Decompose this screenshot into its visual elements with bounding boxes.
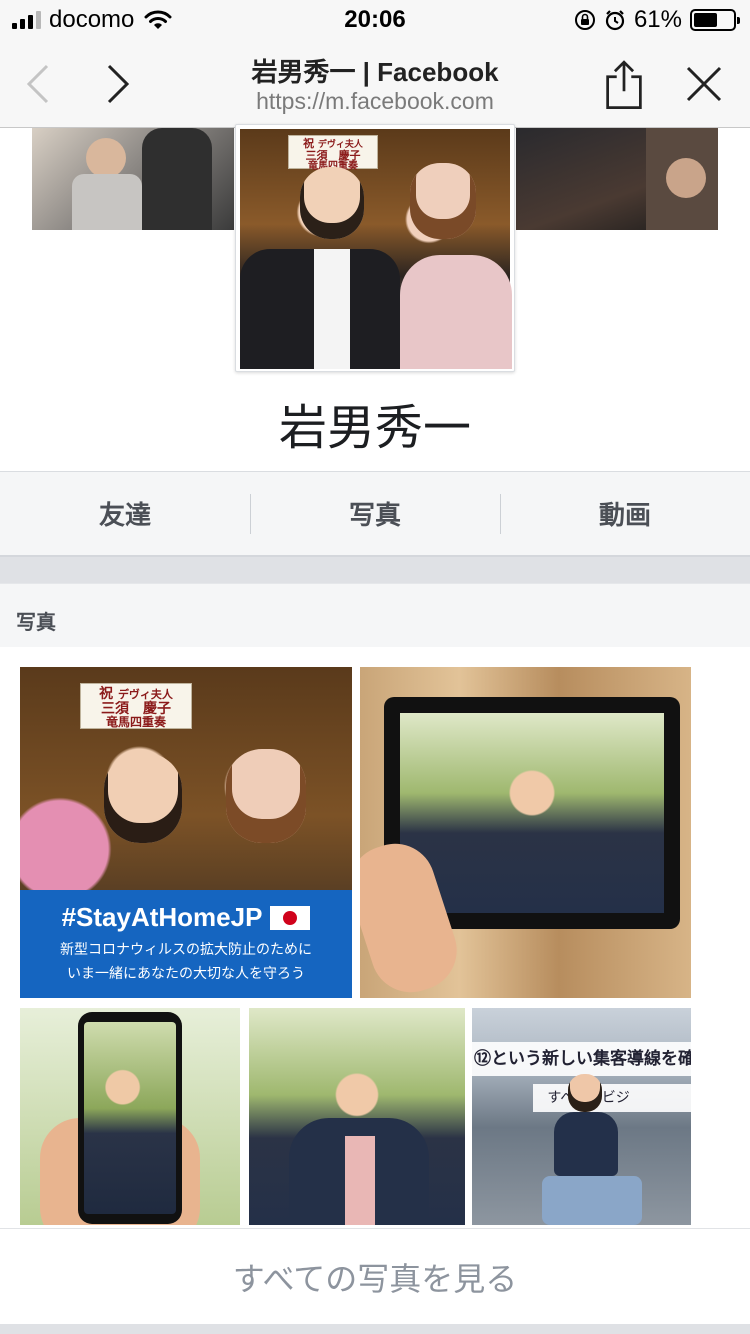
photo-thumbnail[interactable]: 祝 デヴィ夫人 三須 慶子 竜馬四重奏 #StayAtHomeJP 新型コロナウ…	[20, 667, 352, 998]
photo-thumbnail[interactable]	[20, 1008, 240, 1225]
promo-banner-line1: ⑫という新しい集客導線を確保しな	[472, 1042, 691, 1076]
profile-picture[interactable]: 祝 デヴィ夫人 三須 慶子 竜馬四重奏	[235, 124, 515, 372]
promo-banner-line2: すべてのビジ	[533, 1084, 691, 1112]
phone-device	[78, 1012, 182, 1224]
congratulation-sign: 祝 デヴィ夫人 三須 慶子 竜馬四重奏	[80, 683, 192, 729]
forward-arrow-icon	[107, 64, 130, 104]
profile-tabs: 友達 写真 動画	[0, 471, 750, 557]
cover-photo-right[interactable]	[516, 128, 718, 230]
stay-at-home-line2: いま一緒にあなたの大切な人を守ろう	[67, 966, 305, 982]
photo-thumbnail[interactable]	[360, 667, 691, 998]
tab-videos[interactable]: 動画	[500, 472, 750, 555]
photos-section-title: 写真	[16, 610, 56, 634]
forward-button[interactable]	[98, 60, 138, 108]
tab-friends[interactable]: 友達	[0, 472, 250, 555]
battery-fill	[694, 13, 718, 27]
profile-name: 岩男秀一	[278, 400, 471, 456]
congratulation-sign: 祝 デヴィ夫人 三須 慶子 竜馬四重奏	[288, 135, 378, 172]
close-icon	[686, 66, 722, 102]
orientation-lock-icon	[574, 10, 595, 30]
tab-photos[interactable]: 写真	[250, 472, 500, 555]
stay-at-home-line1: 新型コロナウィルスの拡大防止のために	[60, 942, 312, 958]
photo-thumbnail[interactable]: ⑫という新しい集客導線を確保しな すべてのビジ	[472, 1008, 691, 1225]
battery-percent: 61%	[633, 6, 682, 33]
cover-photo-left[interactable]	[32, 128, 234, 230]
stay-at-home-banner: #StayAtHomeJP 新型コロナウィルスの拡大防止のために いま一緒にあな…	[20, 890, 352, 998]
stay-at-home-hashtag: #StayAtHomeJP	[61, 902, 263, 932]
bottom-divider	[0, 1324, 750, 1334]
back-button[interactable]	[18, 60, 58, 108]
see-all-photos-link[interactable]: すべての写真を見る	[0, 1228, 750, 1324]
back-arrow-icon	[26, 64, 49, 104]
battery-icon	[690, 9, 740, 31]
browser-nav-bar: 岩男秀一 | Facebook https://m.facebook.com	[0, 40, 750, 128]
profile-photo: 祝 デヴィ夫人 三須 慶子 竜馬四重奏	[240, 129, 512, 369]
japan-flag-icon	[270, 905, 311, 930]
photo-thumbnail[interactable]	[249, 1008, 465, 1225]
section-divider	[0, 557, 750, 583]
close-button[interactable]	[684, 60, 724, 108]
share-button[interactable]	[604, 60, 644, 109]
alarm-icon	[605, 10, 625, 31]
page-title: 岩男秀一 | Facebook	[251, 57, 499, 87]
share-icon	[606, 60, 642, 109]
photos-section-header: 写真	[0, 583, 750, 647]
page-url: https://m.facebook.com	[256, 88, 494, 114]
status-bar: docomo 20:06 61%	[0, 0, 750, 40]
